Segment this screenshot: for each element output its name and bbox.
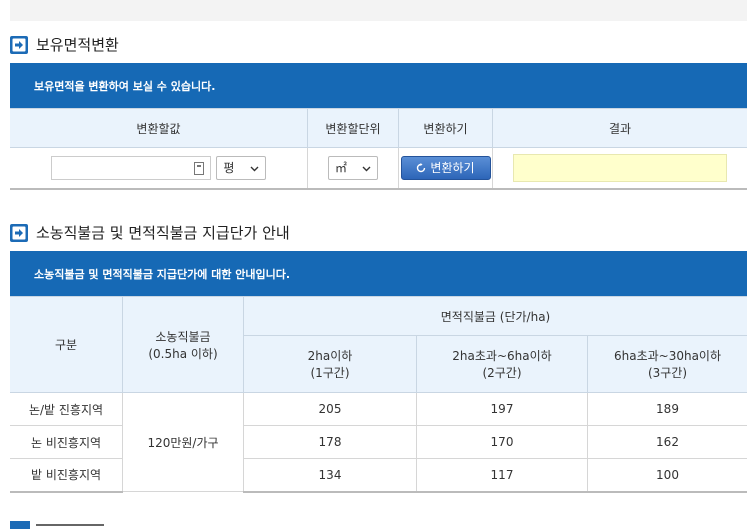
top-bar: [10, 0, 747, 21]
table-row: 논 비진흥지역 178 170 162: [10, 425, 747, 459]
cell-tier-2: 170: [416, 425, 588, 459]
row-label: 논/밭 진흥지역: [10, 392, 123, 426]
arrow-right-icon: [10, 35, 28, 54]
header-tier-1: 2ha이하 (1구간): [243, 335, 417, 393]
convert-cell: 변환하기: [398, 147, 493, 190]
header-tier-2: 2ha초과~6ha이하 (2구간): [416, 335, 588, 393]
payment-table: 구분 소농직불금 (0.5ha 이하) 면적직불금 (단가/ha) 2ha이하 …: [10, 296, 747, 493]
target-unit-select[interactable]: ㎡: [328, 155, 378, 180]
small-farm-value: 120만원/가구: [122, 392, 244, 492]
next-section-title-cropped: [36, 521, 106, 529]
cell-tier-2: 197: [416, 392, 588, 426]
header-area-payment: 면적직불금 (단가/ha): [243, 296, 747, 336]
header-unit: 변환할단위: [307, 108, 399, 148]
info-bar-payment-guide: 소농직불금 및 면적직불금 지급단가에 대한 안내입니다.: [10, 251, 747, 296]
row-label: 논 비진흥지역: [10, 425, 123, 459]
header-convert: 변환하기: [398, 108, 493, 148]
section-title-payment-guide: 소농직불금 및 면적직불금 지급단가 안내: [10, 222, 290, 243]
target-unit-cell: ㎡: [307, 147, 399, 190]
value-input[interactable]: [50, 155, 211, 180]
cell-tier-3: 189: [587, 392, 747, 426]
result-field: [513, 153, 727, 182]
cell-tier-1: 134: [243, 458, 417, 493]
calculator-icon[interactable]: [193, 161, 204, 175]
input-cell: 평: [10, 147, 308, 190]
arrow-right-icon: [10, 521, 30, 529]
info-bar-area-conversion: 보유면적을 변환하여 보실 수 있습니다.: [10, 63, 747, 108]
header-category: 구분: [10, 296, 123, 393]
section-title-area-conversion: 보유면적변환: [10, 34, 119, 55]
cell-tier-3: 100: [587, 458, 747, 493]
chevron-down-icon: [250, 161, 259, 175]
cell-tier-1: 178: [243, 425, 417, 459]
header-small-farm: 소농직불금 (0.5ha 이하): [122, 296, 244, 393]
cell-tier-3: 162: [587, 425, 747, 459]
header-result: 결과: [492, 108, 747, 148]
cell-tier-1: 205: [243, 392, 417, 426]
result-cell: [492, 147, 747, 190]
arrow-right-icon: [10, 223, 28, 242]
source-unit-select[interactable]: 평: [216, 155, 267, 180]
cell-tier-2: 117: [416, 458, 588, 493]
header-tier-3: 6ha초과~30ha이하 (3구간): [587, 335, 747, 393]
table-row: 밭 비진흥지역 134 117 100: [10, 458, 747, 493]
header-value: 변환할값: [10, 108, 308, 148]
conversion-table: 변환할값 변환할단위 변환하기 결과 평 ㎡ 변환하기: [10, 108, 747, 190]
row-label: 밭 비진흥지역: [10, 458, 123, 493]
table-row: 논/밭 진흥지역 120만원/가구 205 197 189: [10, 392, 747, 492]
convert-button[interactable]: 변환하기: [400, 155, 491, 180]
refresh-icon: [416, 162, 426, 173]
chevron-down-icon: [362, 161, 371, 175]
